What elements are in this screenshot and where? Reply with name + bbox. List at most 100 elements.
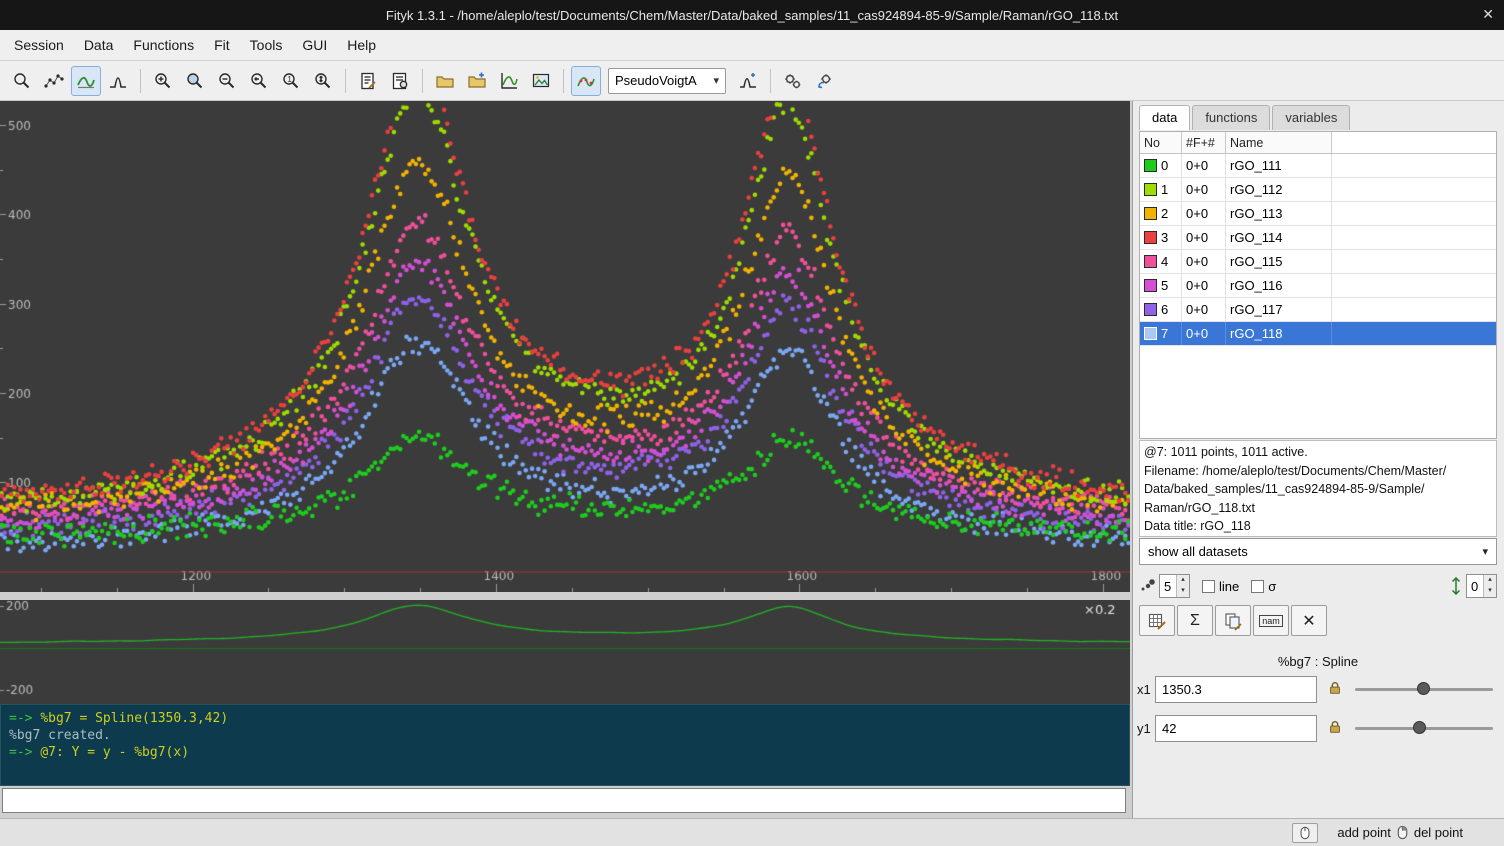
dataset-name: rGO_114: [1226, 226, 1332, 249]
menu-fit[interactable]: Fit: [204, 32, 240, 58]
dataset-color-swatch[interactable]: [1144, 279, 1157, 292]
vertical-shift-icon: [1449, 577, 1463, 595]
run-fit-button[interactable]: [778, 66, 808, 96]
lock-y1-button[interactable]: [1323, 716, 1347, 740]
zoom-selection-button[interactable]: [180, 66, 210, 96]
aux-plot-area[interactable]: [0, 596, 1130, 708]
dataset-filter-dropdown[interactable]: show all datasets ▾: [1139, 538, 1497, 565]
nam-label: nam: [1259, 615, 1283, 627]
window-title: Fityk 1.3.1 - /home/aleplo/test/Document…: [386, 8, 1118, 23]
sum-button[interactable]: Σ: [1177, 605, 1213, 636]
export-image-button[interactable]: [526, 66, 556, 96]
line-checkbox[interactable]: line: [1202, 579, 1239, 594]
zoom-out-button[interactable]: [212, 66, 242, 96]
dataset-name: rGO_117: [1226, 298, 1332, 321]
data-range-mode-button[interactable]: [39, 66, 69, 96]
main-plot-area[interactable]: [0, 101, 1130, 592]
spin-up-icon[interactable]: ▴: [1484, 575, 1496, 586]
load-data-custom-button[interactable]: [462, 66, 492, 96]
menu-tools[interactable]: Tools: [240, 32, 293, 58]
dataset-fcount: 0+0: [1182, 298, 1226, 321]
show-log-button[interactable]: [385, 66, 415, 96]
dataset-color-swatch[interactable]: [1144, 159, 1157, 172]
dataset-color-swatch[interactable]: [1144, 207, 1157, 220]
dataset-color-swatch[interactable]: [1144, 327, 1157, 340]
tab-variables[interactable]: variables: [1272, 105, 1350, 130]
edit-script-button[interactable]: [353, 66, 383, 96]
load-data-button[interactable]: [430, 66, 460, 96]
command-input-row: [0, 787, 1130, 815]
console-line: =-> @7: Y = y - %bg7(x): [9, 744, 1121, 761]
point-size-spinner[interactable]: 5 ▴▾: [1159, 574, 1190, 598]
dataset-color-swatch[interactable]: [1144, 183, 1157, 196]
transform-data-button[interactable]: [1215, 605, 1251, 636]
menu-session[interactable]: Session: [4, 32, 74, 58]
dataset-rows: 00+0rGO_11110+0rGO_11220+0rGO_11330+0rGO…: [1140, 154, 1496, 346]
menu-data[interactable]: Data: [74, 32, 124, 58]
dataset-row-rGO_116[interactable]: 50+0rGO_116: [1140, 274, 1496, 298]
command-input[interactable]: [2, 788, 1126, 813]
dataset-number: 7: [1161, 326, 1168, 341]
main-plot-canvas[interactable]: [0, 101, 1130, 592]
dataset-table-header: No #F+# Name: [1140, 132, 1496, 154]
zoom-vertical-button[interactable]: [308, 66, 338, 96]
menu-functions[interactable]: Functions: [123, 32, 204, 58]
toolbar: 1 PseudoVoigtA ▾: [0, 61, 1504, 101]
sigma-checkbox[interactable]: σ: [1251, 579, 1276, 594]
x1-slider[interactable]: [1355, 679, 1493, 699]
dataset-color-swatch[interactable]: [1144, 303, 1157, 316]
dataset-fcount: 0+0: [1182, 178, 1226, 201]
dropdown-arrow-icon: ▾: [1482, 545, 1488, 558]
param-x1-input[interactable]: [1155, 676, 1317, 703]
dataset-color-swatch[interactable]: [1144, 231, 1157, 244]
dataset-row-rGO_115[interactable]: 40+0rGO_115: [1140, 250, 1496, 274]
checkbox-box[interactable]: [1251, 580, 1264, 593]
close-window-button[interactable]: ✕: [1482, 6, 1494, 23]
rename-dataset-button[interactable]: nam: [1253, 605, 1289, 636]
dataset-color-swatch[interactable]: [1144, 255, 1157, 268]
zoom-all-button[interactable]: 1: [276, 66, 306, 96]
zoom-mode-button[interactable]: [7, 66, 37, 96]
baseline-mode-button[interactable]: [71, 66, 101, 96]
spin-up-icon[interactable]: ▴: [1177, 575, 1189, 586]
dataset-row-rGO_118[interactable]: 70+0rGO_118: [1140, 322, 1496, 346]
lock-x1-button[interactable]: [1323, 677, 1347, 701]
slider-thumb[interactable]: [1417, 682, 1430, 695]
auto-add-peak-button[interactable]: [733, 66, 763, 96]
col-header-filler: [1332, 132, 1496, 153]
dataset-row-rGO_113[interactable]: 20+0rGO_113: [1140, 202, 1496, 226]
mouse-icon: [1396, 825, 1409, 840]
add-peak-mode-button[interactable]: [103, 66, 133, 96]
tab-functions[interactable]: functions: [1192, 105, 1270, 130]
tab-data[interactable]: data: [1139, 105, 1190, 130]
menu-gui[interactable]: GUI: [292, 32, 337, 58]
spin-down-icon[interactable]: ▾: [1484, 586, 1496, 597]
shift-spinner[interactable]: 0 ▴▾: [1466, 574, 1497, 598]
dataset-row-rGO_114[interactable]: 30+0rGO_114: [1140, 226, 1496, 250]
zoom-in-button[interactable]: [148, 66, 178, 96]
dataset-row-rGO_112[interactable]: 10+0rGO_112: [1140, 178, 1496, 202]
point-size-icon: [1139, 578, 1155, 594]
mouse-hint-button[interactable]: [1292, 823, 1318, 843]
dataset-fcount: 0+0: [1182, 154, 1226, 177]
data-editor-button[interactable]: [571, 66, 601, 96]
delete-dataset-button[interactable]: ✕: [1291, 605, 1327, 636]
title-bar: Fityk 1.3.1 - /home/aleplo/test/Document…: [0, 0, 1504, 30]
peak-type-dropdown[interactable]: PseudoVoigtA ▾: [608, 68, 726, 94]
slider-thumb[interactable]: [1413, 721, 1426, 734]
param-y1-input[interactable]: [1155, 715, 1317, 742]
zoom-previous-button[interactable]: [244, 66, 274, 96]
save-session-button[interactable]: [494, 66, 524, 96]
menu-help[interactable]: Help: [337, 32, 386, 58]
aux-plot-canvas[interactable]: [0, 600, 1130, 708]
data-table-button[interactable]: [1139, 605, 1175, 636]
undo-fit-button[interactable]: [810, 66, 840, 96]
dataset-row-rGO_111[interactable]: 00+0rGO_111: [1140, 154, 1496, 178]
y1-slider[interactable]: [1355, 718, 1493, 738]
info-line: @7: 1011 points, 1011 active.: [1144, 443, 1492, 462]
dataset-row-rGO_117[interactable]: 60+0rGO_117: [1140, 298, 1496, 322]
dataset-filler: [1332, 154, 1496, 177]
checkbox-box[interactable]: [1202, 580, 1215, 593]
spin-down-icon[interactable]: ▾: [1177, 586, 1189, 597]
dataset-number: 0: [1161, 158, 1168, 173]
